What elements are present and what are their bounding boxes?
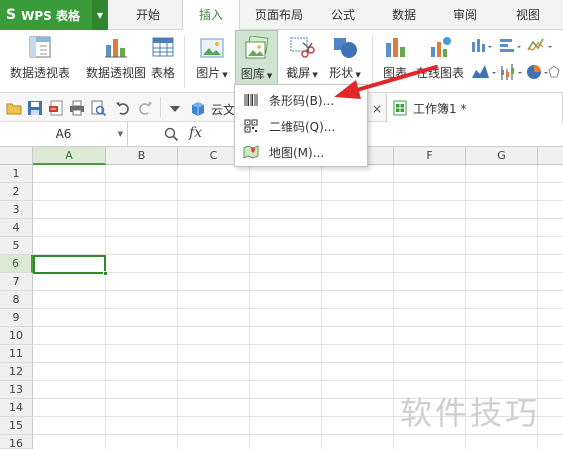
- annotation-arrow-icon: [334, 65, 438, 99]
